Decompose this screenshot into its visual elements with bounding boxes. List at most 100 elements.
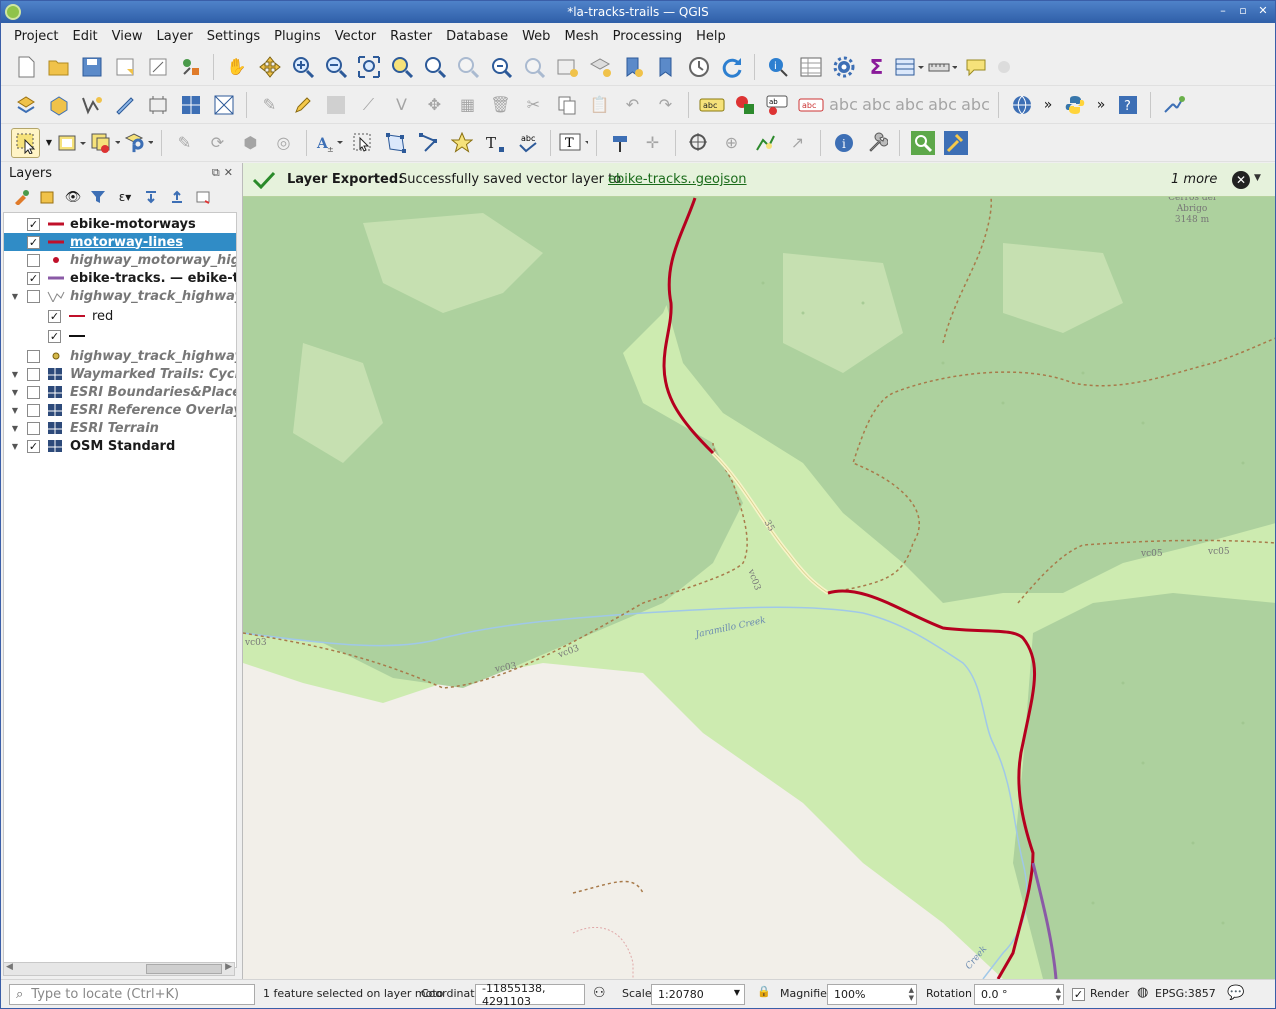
coordinate-field[interactable]: -11855138, 4291103 xyxy=(475,982,585,1008)
style-layer-icon[interactable] xyxy=(11,187,31,207)
pan-to-selection-icon[interactable] xyxy=(255,52,284,82)
layer-item[interactable]: ▼ ✓ OSM Standard xyxy=(4,437,236,455)
temporal-controller-icon[interactable] xyxy=(684,52,713,82)
new-temp-layer-icon[interactable] xyxy=(110,90,139,120)
map-canvas[interactable]: Cerros del Abrigo 3148 m Jaramillo Creek… xyxy=(242,163,1275,979)
paste-features-icon[interactable]: 📋 xyxy=(585,90,614,120)
new-map-view-icon[interactable] xyxy=(552,52,581,82)
zoom-to-selection-icon[interactable] xyxy=(387,52,416,82)
zoom-to-layer-icon[interactable] xyxy=(420,52,449,82)
rule-visibility-checkbox[interactable]: ✓ xyxy=(48,329,61,343)
toggle-extents-icon[interactable]: ⚇ xyxy=(593,985,606,1001)
filter-expression-icon[interactable]: ε▾ xyxy=(115,187,135,207)
layer-item[interactable]: ✓ ebike-motorways xyxy=(4,215,236,233)
scroll-left-icon[interactable]: ◀ xyxy=(6,962,13,972)
add-raster-icon[interactable] xyxy=(176,90,205,120)
data-source-manager-icon[interactable] xyxy=(11,90,40,120)
zoom-in-icon[interactable] xyxy=(288,52,317,82)
new-geopackage-icon[interactable] xyxy=(44,90,73,120)
change-label-icon[interactable]: abc xyxy=(928,90,957,120)
delete-selected-icon[interactable]: 🗑 xyxy=(486,90,515,120)
message-dropdown-icon[interactable]: ▼ xyxy=(1254,173,1261,183)
layer-item[interactable]: ▼ ESRI Reference Overlay xyxy=(4,401,236,419)
layer-visibility-checkbox[interactable]: ✓ xyxy=(27,439,40,453)
expand-all-icon[interactable] xyxy=(141,187,161,207)
zoom-last-icon[interactable] xyxy=(486,52,515,82)
show-unplaced-labels-icon[interactable]: abc xyxy=(961,90,990,120)
expand-arrow-icon[interactable]: ▼ xyxy=(10,424,20,433)
menu-settings[interactable]: Settings xyxy=(200,29,267,44)
map-tips-icon[interactable] xyxy=(961,52,990,82)
overflow-chevron-icon[interactable]: » xyxy=(1040,90,1056,120)
refresh-icon[interactable] xyxy=(717,52,746,82)
select-by-location-icon[interactable] xyxy=(124,128,153,158)
save-edits-icon[interactable] xyxy=(321,90,350,120)
collapse-all-icon[interactable] xyxy=(167,187,187,207)
menu-project[interactable]: Project xyxy=(7,29,65,44)
render-checkbox[interactable]: ✓ xyxy=(1072,988,1085,1001)
scrollbar-thumb[interactable] xyxy=(146,964,222,974)
float-panel-icon[interactable]: ⧉ xyxy=(212,166,220,180)
layer-labeling-icon[interactable]: abc xyxy=(697,90,726,120)
pan-hand-icon[interactable]: ✋ xyxy=(222,52,251,82)
layer-item[interactable]: ✓ ebike-tracks. — ebike-tra xyxy=(4,269,236,287)
undo-icon[interactable]: ↶ xyxy=(618,90,647,120)
expand-arrow-icon[interactable]: ▼ xyxy=(10,370,20,379)
layer-visibility-checkbox[interactable]: ✓ xyxy=(27,235,40,249)
layout-manager-icon[interactable] xyxy=(143,52,172,82)
create-marker-annotation-icon[interactable] xyxy=(447,128,476,158)
text-annotation-icon[interactable]: T xyxy=(559,128,588,158)
messages-bubble-icon[interactable]: 💬 xyxy=(1227,985,1244,1001)
show-bookmarks-icon[interactable] xyxy=(651,52,680,82)
measure-line-icon[interactable] xyxy=(928,52,957,82)
coordinate-capture-icon[interactable]: ⊕ xyxy=(717,128,746,158)
expand-arrow-icon[interactable]: ▼ xyxy=(10,388,20,397)
maximize-button[interactable]: ▫ xyxy=(1237,4,1249,17)
rotation-spinbox[interactable]: 0.0 ° ▲ ▼ xyxy=(974,984,1064,1005)
open-attribute-table-icon[interactable] xyxy=(796,52,825,82)
zoom-next-icon[interactable] xyxy=(519,52,548,82)
select-by-attribute-icon[interactable] xyxy=(58,128,87,158)
create-polygon-annotation-icon[interactable] xyxy=(381,128,410,158)
locator-search-icon[interactable] xyxy=(908,128,937,158)
redo-icon[interactable]: ↷ xyxy=(651,90,680,120)
metasearch-info-icon[interactable]: i xyxy=(829,128,858,158)
web-globe-icon[interactable] xyxy=(1007,90,1036,120)
advanced-digitize-icon[interactable]: ✎ xyxy=(170,128,199,158)
label-tool-icon[interactable]: A ± xyxy=(315,128,344,158)
expand-arrow-icon[interactable]: ▼ xyxy=(10,442,20,451)
create-line-annotation-icon[interactable] xyxy=(414,128,443,158)
layer-visibility-checkbox[interactable] xyxy=(27,403,40,417)
exported-file-link[interactable]: ebike-tracks..geojson xyxy=(608,172,747,187)
layer-diagram-icon[interactable] xyxy=(730,90,759,120)
menu-view[interactable]: View xyxy=(105,29,150,44)
layer-visibility-checkbox[interactable] xyxy=(27,253,40,267)
select-features-icon[interactable] xyxy=(11,127,40,158)
style-manager-icon[interactable] xyxy=(176,52,205,82)
layer-visibility-checkbox[interactable]: ✓ xyxy=(27,271,40,285)
cut-features-icon[interactable]: ✂ xyxy=(519,90,548,120)
tools-wrench-icon[interactable] xyxy=(862,128,891,158)
statistical-summary-icon[interactable]: Σ xyxy=(862,52,891,82)
menu-mesh[interactable]: Mesh xyxy=(557,29,605,44)
select-annotation-icon[interactable] xyxy=(348,128,377,158)
add-ring-icon[interactable]: ◎ xyxy=(269,128,298,158)
modify-attributes-icon[interactable]: ▦ xyxy=(453,90,482,120)
new-print-layout-icon[interactable] xyxy=(110,52,139,82)
menu-help[interactable]: Help xyxy=(689,29,733,44)
expand-arrow-icon[interactable]: ▼ xyxy=(10,406,20,415)
layer-item[interactable]: ▼ ESRI Terrain xyxy=(4,419,236,437)
pin-icon[interactable] xyxy=(605,128,634,158)
layer-item[interactable]: ▼ Waymarked Trails: Cyclir xyxy=(4,365,236,383)
close-message-icon[interactable]: ✕ xyxy=(1232,171,1250,189)
manage-map-themes-icon[interactable]: 👁 xyxy=(63,187,83,207)
show-hide-labels-icon[interactable]: abc xyxy=(796,90,825,120)
crosshair-icon[interactable]: ✛ xyxy=(638,128,667,158)
menu-database[interactable]: Database xyxy=(439,29,515,44)
python-console-icon[interactable] xyxy=(1060,90,1089,120)
georeference-icon[interactable] xyxy=(684,128,713,158)
current-edits-icon[interactable]: ✎ xyxy=(255,90,284,120)
menu-vector[interactable]: Vector xyxy=(328,29,383,44)
new-bookmark-icon[interactable] xyxy=(618,52,647,82)
zoom-full-icon[interactable] xyxy=(354,52,383,82)
